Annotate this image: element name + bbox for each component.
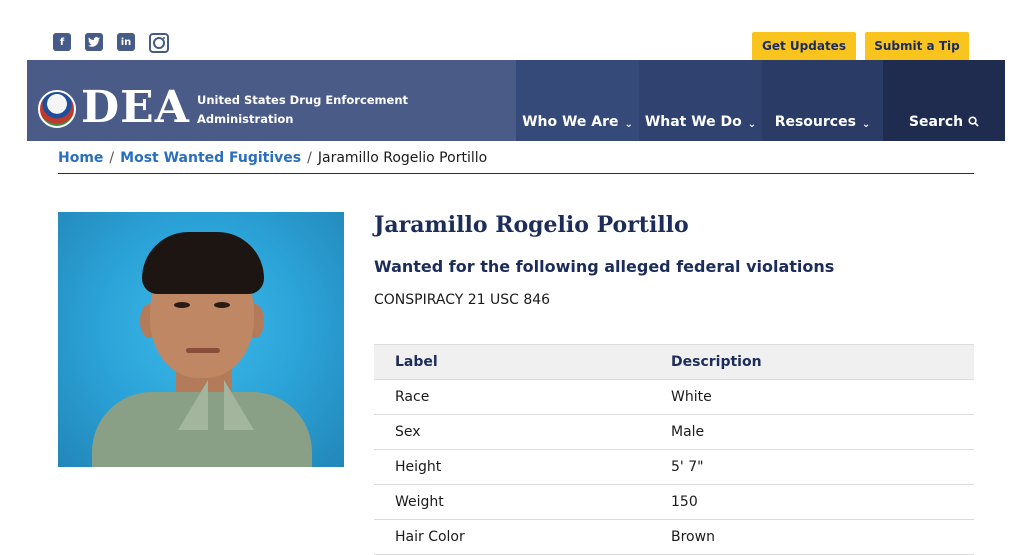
nav-who-label: Who We Are [522,114,619,130]
twitter-icon[interactable] [85,33,103,51]
nav-what-label: What We Do [644,114,742,130]
row-label: Height [374,449,650,485]
row-label: Sex [374,414,650,450]
table-row: Sex Male [374,414,974,450]
table-row: Hair Color Brown [374,519,974,555]
table-header-row: Label Description [374,344,974,380]
violations-heading: Wanted for the following alleged federal… [374,257,835,276]
main-nav: Who We Are ⌄ What We Do ⌄ Resources ⌄ Se… [516,60,1005,141]
nav-who-we-are[interactable]: Who We Are ⌄ [516,60,639,141]
nav-search[interactable]: Search [883,60,1005,141]
agency-line-1: United States Drug Enforcement [197,93,409,107]
logo-text: DEA [81,82,190,133]
violation-text: CONSPIRACY 21 USC 846 [374,292,551,308]
row-label: Race [374,379,650,415]
row-value: 5' 7" [650,449,974,485]
nav-resources[interactable]: Resources ⌄ [762,60,883,141]
breadcrumb-separator: / [109,150,115,166]
submit-tip-button[interactable]: Submit a Tip [865,32,969,60]
row-label: Weight [374,484,650,520]
row-value: White [650,379,974,415]
instagram-icon[interactable] [149,33,169,53]
chevron-down-icon: ⌄ [861,119,871,130]
facebook-icon[interactable]: f [53,33,71,51]
breadcrumb-most-wanted[interactable]: Most Wanted Fugitives [120,150,301,166]
agency-line-2: Administration [197,112,294,126]
chevron-down-icon: ⌄ [624,119,633,130]
social-links: f in [53,33,169,53]
brand[interactable]: DEA United States Drug Enforcement Admin… [27,60,516,141]
dea-seal-icon [38,90,76,128]
row-value: 150 [650,484,974,520]
fugitive-name: Jaramillo Rogelio Portillo [374,212,689,238]
column-header-label: Label [374,344,650,380]
nav-search-label: Search [908,114,964,130]
linkedin-icon[interactable]: in [117,33,135,51]
details-table: Label Description Race White Sex Male He… [374,344,974,555]
table-row: Weight 150 [374,484,974,520]
nav-resources-label: Resources [774,114,856,130]
fugitive-photo [58,212,344,467]
search-icon [968,116,979,130]
get-updates-button[interactable]: Get Updates [752,32,856,60]
table-row: Height 5' 7" [374,449,974,485]
row-value: Brown [650,519,974,555]
table-row: Race White [374,379,974,415]
site-header: DEA United States Drug Enforcement Admin… [27,60,1005,141]
breadcrumb: Home / Most Wanted Fugitives / Jaramillo… [58,150,974,174]
row-label: Hair Color [374,519,650,555]
breadcrumb-separator: / [307,150,312,166]
agency-name: United States Drug Enforcement Administr… [197,91,408,129]
breadcrumb-home[interactable]: Home [58,150,103,166]
column-header-description: Description [650,344,974,380]
breadcrumb-current: Jaramillo Rogelio Portillo [317,150,488,166]
chevron-down-icon: ⌄ [747,119,757,130]
nav-what-we-do[interactable]: What We Do ⌄ [639,60,762,141]
row-value: Male [650,414,974,450]
